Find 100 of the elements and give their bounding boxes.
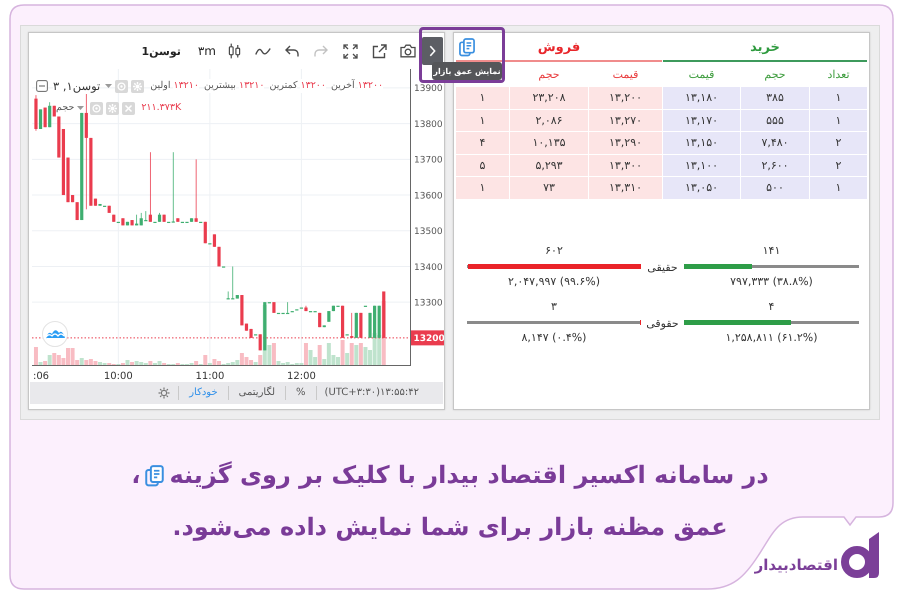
candlestick [76,202,79,220]
settings-icon [158,387,170,399]
table-cell: ۳۸۵ [741,87,809,108]
trader-count: ۶۰۲ [545,244,563,258]
trader-volume: ۱,۲۵۸,۸۱۱ (۶۱.۲%) [725,330,818,344]
camera-icon [400,44,416,58]
table-cell: ۷,۴۸۰ [741,132,809,154]
ohlc-value: ۱۳۲۰۰ [300,79,326,93]
trader-count: ۳ [551,300,557,314]
table-cell: ۲ [810,154,867,176]
scale-option[interactable]: % [285,386,316,400]
trader-volume: ۲,۰۴۷,۹۹۷ (۹۹.۶%) [508,274,600,288]
column-header: قیمت [688,67,716,83]
candlestick [272,302,276,314]
time-tick: 10:00 [104,371,133,382]
candlestick-icon [228,43,240,59]
table-cell: ۲ [810,132,867,154]
candlestick [327,310,330,322]
interval-button[interactable]: ۳m [198,39,216,63]
table-cell: ۱۳,۰۵۰ [663,177,740,198]
table-cell: ۷۳ [510,177,588,198]
candlestick [217,246,221,267]
price-tick: 13400 [414,262,443,273]
section-title: خرید [750,40,780,55]
table-cell: ۱ [456,110,509,131]
scale-option[interactable]: لگاریتمی [228,386,286,400]
table-cell: ۱۳,۱۰۰ [663,154,740,176]
price-tick: 13800 [414,120,443,130]
trader-volume: ۷۹۷,۳۳۳ (۳۸.۸%) [730,274,813,288]
table-cell: ۱۳,۱۸۰ [663,87,740,108]
ohlc-label: اولین [150,79,170,93]
time-tick: 11:00 [195,371,224,382]
trader-type-label: حقیقی [647,260,678,274]
redo-icon [314,45,328,57]
caret-down-icon [105,84,112,88]
ohlc-label: آخرین [331,79,355,93]
column-header: حجم [763,67,787,83]
brand-name: اقتصادبیدار [754,555,838,575]
candlestick [44,107,47,128]
ohlc-label: بیشترین [204,79,236,93]
table-cell: ۱ [456,87,509,108]
fullscreen-icon [342,44,358,58]
table-cell: ۱ [456,177,509,198]
wave-icon [255,46,271,56]
table-cell: ۱۰,۱۳۵ [510,132,588,154]
symbol-button[interactable]: توسن1 [141,39,181,63]
candlestick [258,334,262,351]
table-cell: ۵ [456,154,509,176]
table-cell: ۱ [810,177,867,198]
table-cell: ۲,۰۸۶ [510,110,588,131]
wave-badge-icon [42,321,68,347]
caption-text: ، [131,461,140,489]
table-cell: ۱۳,۲۷۰ [589,110,662,131]
time-tick: 12:00 [286,371,316,382]
market-depth-button[interactable] [457,36,477,58]
table-cell: ۱۳,۳۱۰ [589,177,662,198]
table-cell: ۵۵۵ [741,110,809,131]
candlestick [212,234,216,248]
trader-type-label: حقوقی [646,316,679,330]
trader-count: ۴ [768,300,774,314]
document-icon [459,38,475,57]
table-cell: ۱ [810,110,867,131]
time-label: :06 [32,371,50,382]
price-tick: 13600 [414,191,443,202]
trader-volume: ۸,۱۴۷ (۰.۴%) [522,330,586,344]
external-link-icon [372,44,386,58]
table-cell: ۴ [456,132,509,154]
table-cell: ۱۳,۱۷۰ [663,110,740,131]
table-cell: ۲,۶۰۰ [741,154,809,176]
caption-text: عمق مظنه بازار برای شما نمایش داده می‌شود. [172,512,728,543]
table-cell: ۱۳,۲۰۰ [589,87,662,108]
column-header: حجم [537,67,561,83]
candlestick [194,158,198,222]
candlestick [350,312,354,338]
clock-text: (UTC+۳:۳۰)۱۳:۵۵:۴۲ [316,386,427,400]
caret-down-icon [77,106,84,110]
undo-icon [285,45,299,57]
panel-toggle-button[interactable] [422,37,443,65]
tooltip: نمایش عمق بازار [432,62,502,80]
caption-text: در سامانه اکسیر اقتصاد بیدار با کلیک بر روی گزینه [169,461,769,489]
section-title: فروش [538,40,580,55]
price-tick: 13700 [414,156,443,166]
price-tick: 13900 [414,84,443,94]
column-header: تعداد [826,67,851,83]
price-tick: 13500 [414,227,443,237]
table-cell: ۱۳,۲۹۰ [589,132,662,154]
last-price-label: 13200 [411,330,444,346]
price-tick: 13300 [414,298,443,308]
column-header: قیمت [612,67,640,83]
chevron-right-icon [429,45,436,57]
logo-icon [841,531,880,579]
table-cell: ۲۳,۲۰۸ [510,87,588,108]
ohlc-label: کمترین [269,79,298,93]
table-cell: ۵۰۰ [741,177,809,198]
candlestick [48,102,52,128]
document-icon [145,465,164,487]
table-cell: ۵,۲۹۳ [510,154,588,176]
candlestick [38,108,42,130]
table-cell: ۱ [810,87,867,108]
table-cell: ۱۳,۳۰۰ [589,154,662,176]
